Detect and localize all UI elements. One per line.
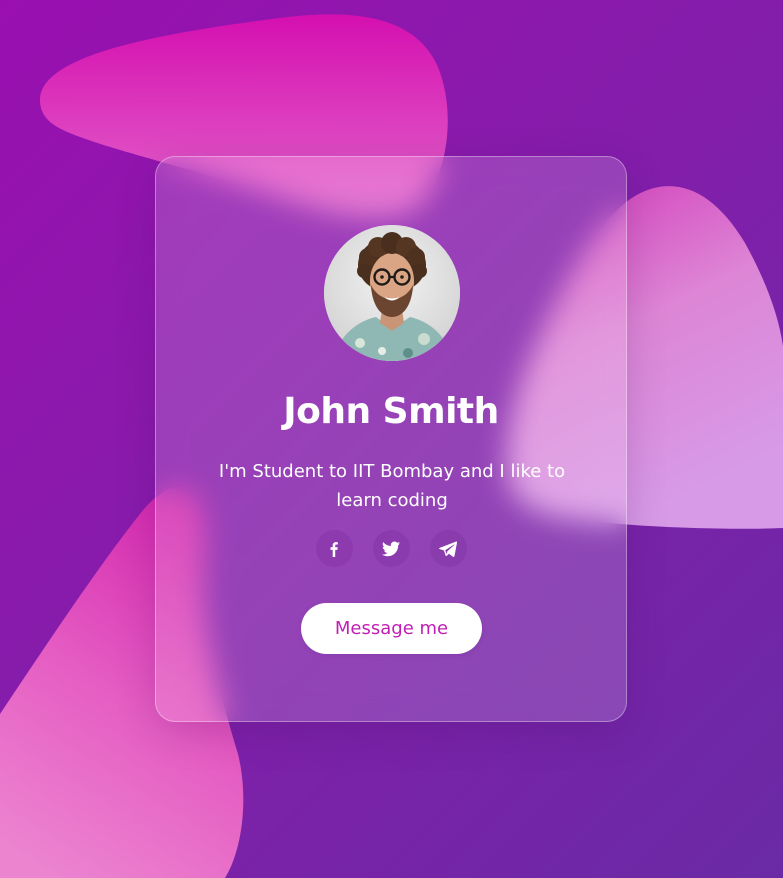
telegram-icon (439, 541, 457, 557)
facebook-button[interactable] (315, 530, 353, 567)
avatar (324, 225, 460, 361)
avatar-image (324, 225, 460, 361)
profile-name: John Smith (283, 391, 499, 432)
facebook-icon (330, 541, 338, 557)
profile-card: John Smith I'm Student to IIT Bombay and… (155, 156, 627, 722)
telegram-button[interactable] (429, 530, 467, 567)
twitter-icon (382, 541, 400, 556)
message-me-button[interactable]: Message me (301, 603, 482, 654)
social-links (156, 530, 626, 568)
profile-bio: I'm Student to IIT Bombay and I like to … (218, 461, 566, 511)
twitter-button[interactable] (372, 530, 410, 567)
